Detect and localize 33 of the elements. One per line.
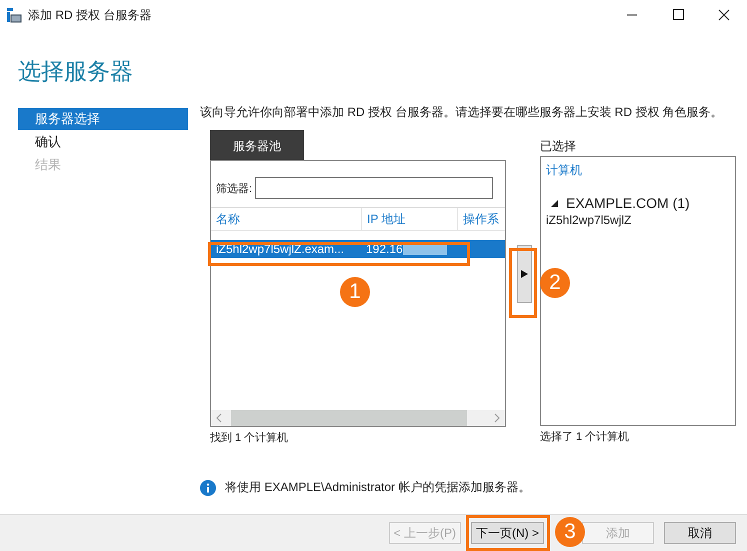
callout-badge: 2 (540, 268, 570, 298)
info-text: 将使用 EXAMPLE\Administrator 帐户的凭据添加服务器。 (225, 479, 530, 496)
window-title: 添加 RD 授权 台服务器 (28, 6, 152, 24)
add-arrow-button[interactable] (516, 245, 532, 303)
scroll-left-icon[interactable] (215, 413, 223, 423)
play-icon (520, 270, 528, 278)
server-pool-tab[interactable]: 服务器池 (210, 130, 304, 160)
page-heading: 选择服务器 (18, 57, 134, 86)
column-header[interactable]: 操作系 (458, 208, 505, 230)
computer-item[interactable]: iZ5hl2wp7l5wjlZ (541, 213, 735, 227)
dialog-button[interactable]: 取消 (664, 522, 736, 544)
server-name: iZ5hl2wp7l5wjlZ.exam... (215, 242, 346, 256)
selected-label: 已选择 (540, 138, 577, 155)
selected-count: 选择了 1 个计算机 (540, 430, 630, 444)
column-header[interactable]: IP 地址 (362, 208, 458, 230)
scroll-right-icon[interactable] (493, 413, 501, 423)
expanded-icon[interactable] (551, 200, 558, 206)
filter-label: 筛选器: (216, 182, 252, 196)
dialog-button[interactable]: 下一页(N) > (471, 522, 544, 544)
step-item[interactable]: 服务器选择 (18, 108, 188, 130)
callout-badge: 1 (340, 277, 370, 307)
step-item[interactable]: 确认 (18, 131, 188, 153)
group-label: EXAMPLE.COM (1) (566, 195, 690, 211)
found-count: 找到 1 个计算机 (210, 431, 290, 445)
filter-field[interactable] (255, 177, 494, 199)
column-header[interactable]: 名称 (211, 208, 362, 230)
info-icon (200, 480, 216, 496)
app-icon (6, 7, 22, 23)
ip-address: 192.16 (366, 242, 403, 256)
horizontal-scrollbar[interactable] (211, 410, 505, 426)
highlight-frame (509, 248, 537, 318)
description-text: 该向导允许你向部署中添加 RD 授权 台服务器。请选择要在哪些服务器上安装 RD 授权 角色服务。 (200, 104, 724, 118)
column-header[interactable]: 计算机 (546, 162, 582, 178)
